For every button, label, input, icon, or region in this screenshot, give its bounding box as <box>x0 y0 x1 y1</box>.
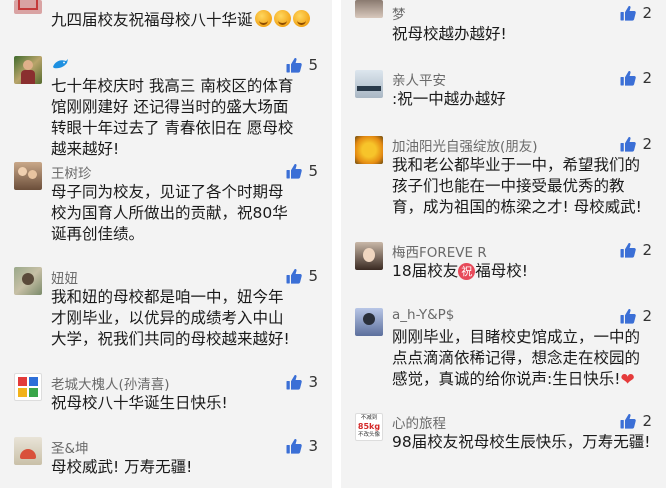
like-count: 2 <box>642 4 652 22</box>
like-button[interactable]: 2 <box>620 307 652 325</box>
avatar[interactable] <box>14 56 42 84</box>
thumbs-up-icon <box>286 268 302 284</box>
like-button[interactable]: 5 <box>286 267 318 285</box>
avatar[interactable] <box>14 162 42 190</box>
panel-divider <box>332 0 341 488</box>
comment-text: 我和老公都毕业于一中，希望我们的孩子们也能在一中接受最优秀的教育，成为祖国的栋梁… <box>392 156 642 216</box>
avatar[interactable] <box>14 437 42 465</box>
commenter-name[interactable]: 妞妞 <box>51 267 78 287</box>
like-button[interactable]: 2 <box>620 135 652 153</box>
like-button[interactable]: 5 <box>286 56 318 74</box>
comment-text: :祝一中越办越好 <box>392 90 506 108</box>
avatar[interactable] <box>355 70 383 98</box>
comment-text: 98届校友祝母校生辰快乐，万寿无疆! <box>392 433 651 451</box>
thumbs-up-icon <box>620 242 636 258</box>
like-count: 2 <box>642 135 652 153</box>
comment-text: 七十年校庆时 我高三 南校区的体育馆刚刚建好 还记得当时的盛大场面 转眼十年过去… <box>51 77 294 158</box>
commenter-name[interactable]: 圣&坤 <box>51 437 89 457</box>
thumbs-up-icon <box>286 374 302 390</box>
comment-text: 祝母校八十华诞生日快乐! <box>51 394 228 412</box>
comment-text: 我和妞的母校都是咱一中，妞今年才刚毕业，以优异的成绩考入中山大学，祝我们共同的母… <box>51 288 290 348</box>
avatar[interactable] <box>355 242 383 270</box>
thumbs-up-icon <box>620 136 636 152</box>
like-count: 2 <box>642 412 652 430</box>
celebration-emoji-icon <box>273 10 291 27</box>
comment-text: 祝母校越办越好! <box>392 25 507 43</box>
thumbs-up-icon <box>620 70 636 86</box>
avatar[interactable] <box>14 373 42 401</box>
like-count: 5 <box>308 162 318 180</box>
avatar[interactable] <box>355 136 383 164</box>
celebration-emoji-icon <box>254 10 272 27</box>
comment-text: 九四届校友祝福母校八十华诞 <box>51 10 310 31</box>
like-count: 3 <box>308 437 318 455</box>
commenter-name[interactable]: 王树珍 <box>51 162 92 182</box>
dolphin-icon <box>51 56 69 74</box>
like-count: 3 <box>308 373 318 391</box>
thumbs-up-icon <box>620 5 636 21</box>
like-count: 5 <box>308 56 318 74</box>
right-comment-panel: 梦 2 祝母校越办越好! 亲人平安 2 :祝一中越办越好 加油阳光自强绽放(朋友… <box>341 0 666 488</box>
comment-text: 18届校友祝福母校! <box>392 262 528 280</box>
commenter-name[interactable]: 心的旅程 <box>392 412 446 432</box>
thumbs-up-icon <box>286 438 302 454</box>
thumbs-up-icon <box>620 308 636 324</box>
avatar[interactable] <box>355 308 383 336</box>
commenter-name[interactable]: 亲人平安 <box>392 69 446 89</box>
zhu-emoji-icon: 祝 <box>458 263 476 280</box>
commenter-name[interactable]: 老城大槐人(孙清喜) <box>51 373 170 393</box>
commenter-name[interactable]: 梅西FOREVE R <box>392 241 487 261</box>
heart-emoji-icon: ❤ <box>620 370 635 390</box>
comment-text: 刚刚毕业，目睹校史馆成立，一中的点点滴滴依稀记得，想念走在校园的感觉，真诚的给你… <box>392 328 641 390</box>
like-count: 2 <box>642 241 652 259</box>
like-button[interactable]: 2 <box>620 69 652 87</box>
thumbs-up-icon <box>286 57 302 73</box>
like-button[interactable]: 2 <box>620 412 652 430</box>
like-count: 5 <box>308 267 318 285</box>
avatar[interactable] <box>14 267 42 295</box>
thumbs-up-icon <box>620 413 636 429</box>
like-button[interactable]: 5 <box>286 162 318 180</box>
avatar[interactable] <box>14 0 42 14</box>
left-comment-panel: 九四届校友祝福母校八十华诞 5 七十年校庆时 我高三 南校区的体育馆刚刚建好 还… <box>0 0 332 488</box>
like-button[interactable]: 2 <box>620 4 652 22</box>
like-button[interactable]: 2 <box>620 241 652 259</box>
avatar[interactable] <box>355 0 383 18</box>
commenter-name[interactable]: a_h-Y&P$ <box>392 307 454 323</box>
like-button[interactable]: 3 <box>286 437 318 455</box>
commenter-name[interactable]: 梦 <box>392 3 406 23</box>
comment-text: 母校威武! 万寿无疆! <box>51 458 193 476</box>
like-button[interactable]: 3 <box>286 373 318 391</box>
like-count: 2 <box>642 69 652 87</box>
like-count: 2 <box>642 307 652 325</box>
comment-text: 母子同为校友，见证了各个时期母校为国育人所做出的贡献，祝80华诞再创佳绩。 <box>51 183 288 243</box>
celebration-emoji-icon <box>292 10 310 27</box>
thumbs-up-icon <box>286 163 302 179</box>
avatar[interactable]: 不减到 85kg 不改头像 <box>355 413 383 441</box>
commenter-name[interactable]: 加油阳光自强绽放(朋友) <box>392 135 538 155</box>
